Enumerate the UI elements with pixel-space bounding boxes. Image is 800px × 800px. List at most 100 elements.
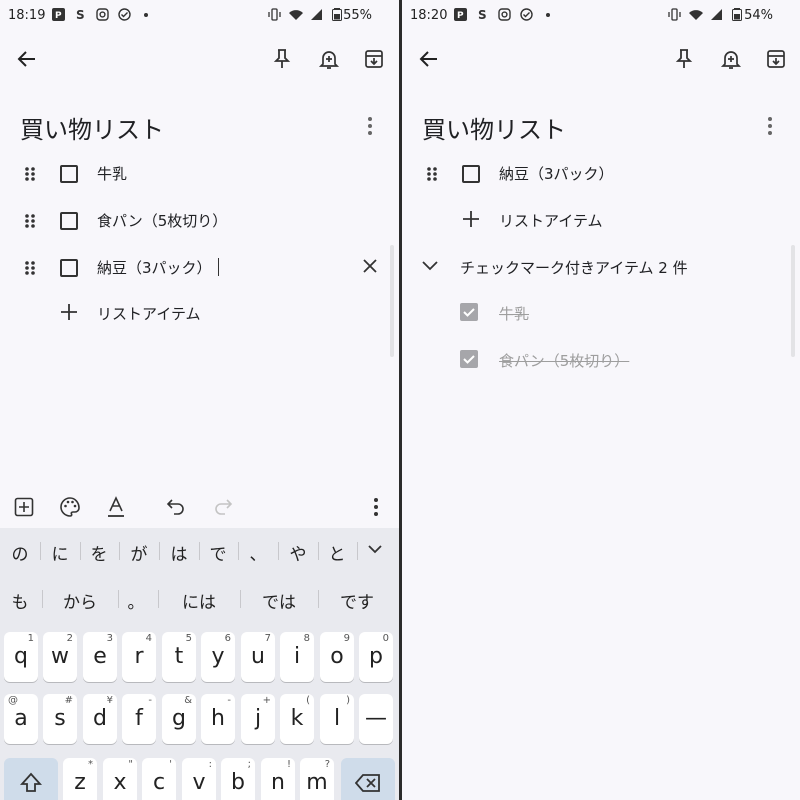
key-c[interactable]: ' c xyxy=(142,758,176,800)
key-o[interactable]: 9o xyxy=(320,632,354,682)
key-m[interactable]: ? m xyxy=(300,758,334,800)
suggestion[interactable]: や xyxy=(288,540,308,565)
divider xyxy=(42,590,43,608)
key-u[interactable]: 7u xyxy=(241,632,275,682)
text-format-icon[interactable] xyxy=(106,496,126,518)
key-p[interactable]: 0p xyxy=(359,632,393,682)
key-w[interactable]: 2w xyxy=(43,632,77,682)
suggestion[interactable]: では xyxy=(248,588,310,613)
key-hint: 0 xyxy=(382,633,389,644)
key-label: g xyxy=(172,706,186,731)
suggestion[interactable]: の xyxy=(10,540,30,565)
key-z[interactable]: * z xyxy=(63,758,97,800)
key-a[interactable]: @ a xyxy=(4,694,38,744)
item-text[interactable]: 牛乳 xyxy=(499,303,529,324)
checked-list-item: 牛乳 xyxy=(402,292,800,332)
item-checkbox[interactable] xyxy=(60,259,78,277)
suggestion[interactable]: です xyxy=(326,588,388,613)
drag-handle-icon[interactable] xyxy=(426,166,438,182)
suggestion[interactable]: から xyxy=(52,588,108,613)
item-checkbox[interactable] xyxy=(60,165,78,183)
key-dash[interactable]: — xyxy=(359,694,393,744)
add-list-item[interactable]: リストアイテム xyxy=(402,199,800,239)
key-i[interactable]: 8i xyxy=(280,632,314,682)
key-d[interactable]: ¥ d xyxy=(83,694,117,744)
more-vert-icon[interactable] xyxy=(366,116,374,136)
suggestion[interactable]: で xyxy=(208,540,228,565)
item-checkbox[interactable] xyxy=(60,212,78,230)
key-label: o xyxy=(330,644,344,669)
bell-plus-icon[interactable] xyxy=(720,48,742,70)
key-t[interactable]: 5t xyxy=(162,632,196,682)
key-label: y xyxy=(211,644,225,669)
note-title[interactable]: 買い物リスト xyxy=(422,110,566,145)
checked-list-item: 食パン（5枚切り） xyxy=(402,339,800,379)
key-y[interactable]: 6y xyxy=(201,632,235,682)
item-checkbox[interactable] xyxy=(462,165,480,183)
key-label: — xyxy=(365,706,387,731)
plus-icon xyxy=(463,211,479,227)
key-b[interactable]: ; b xyxy=(221,758,255,800)
redo-icon[interactable] xyxy=(213,498,233,516)
item-text[interactable]: 食パン（5枚切り） xyxy=(499,350,629,371)
more-vert-icon[interactable] xyxy=(766,116,774,136)
drag-handle-icon[interactable] xyxy=(24,260,36,276)
key-k[interactable]: (k xyxy=(280,694,314,744)
key-s[interactable]: # s xyxy=(43,694,77,744)
key-q[interactable]: 1q xyxy=(4,632,38,682)
key-e[interactable]: 3e xyxy=(83,632,117,682)
key-n[interactable]: ! n xyxy=(261,758,295,800)
pin-icon[interactable] xyxy=(674,48,694,70)
add-list-item[interactable]: リストアイテム xyxy=(0,292,399,332)
key-x[interactable]: " x xyxy=(103,758,137,800)
chevron-down-icon[interactable] xyxy=(368,545,382,555)
add-box-icon[interactable] xyxy=(14,497,34,517)
close-icon[interactable] xyxy=(362,258,378,274)
suggestion[interactable]: と xyxy=(327,540,347,565)
palette-icon[interactable] xyxy=(59,496,81,518)
key-hint: 5 xyxy=(185,633,192,644)
key-v[interactable]: :v xyxy=(182,758,216,800)
checked-checkbox-icon[interactable] xyxy=(460,303,478,321)
bell-plus-icon[interactable] xyxy=(318,48,340,70)
drag-handle-icon[interactable] xyxy=(24,166,36,182)
key-r[interactable]: 4r xyxy=(122,632,156,682)
scrollbar[interactable] xyxy=(390,245,394,357)
checked-items-header[interactable]: チェックマーク付きアイテム 2 件 xyxy=(402,246,800,286)
suggestion[interactable]: 。 xyxy=(124,588,148,613)
item-text-input[interactable]: 納豆（3パック） xyxy=(97,257,219,278)
note-title[interactable]: 買い物リスト xyxy=(20,110,164,145)
key-hint: ; xyxy=(247,759,251,770)
backspace-key[interactable] xyxy=(341,758,395,800)
pin-icon[interactable] xyxy=(272,48,292,70)
key-j[interactable]: + j xyxy=(241,694,275,744)
key-hint: 9 xyxy=(343,633,350,644)
suggestion[interactable]: は xyxy=(169,540,189,565)
suggestion[interactable]: が xyxy=(129,540,149,565)
suggestion[interactable]: には xyxy=(168,588,230,613)
suggestion[interactable]: を xyxy=(89,540,109,565)
archive-icon[interactable] xyxy=(766,49,786,69)
key-hint: ' xyxy=(169,759,172,770)
more-vert-icon[interactable] xyxy=(372,497,380,517)
scrollbar[interactable] xyxy=(791,245,795,357)
key-g[interactable]: & g xyxy=(162,694,196,744)
checked-header-label: チェックマーク付きアイテム 2 件 xyxy=(460,259,688,277)
suggestion[interactable]: に xyxy=(50,540,70,565)
arrow-left-icon[interactable] xyxy=(418,48,440,70)
item-text[interactable]: 納豆（3パック） xyxy=(499,163,614,184)
key-hint: 4 xyxy=(145,633,152,644)
suggestion[interactable]: も xyxy=(8,588,32,613)
key-f[interactable]: -f xyxy=(122,694,156,744)
item-text[interactable]: 牛乳 xyxy=(97,163,127,184)
item-text[interactable]: 食パン（5枚切り） xyxy=(97,210,227,231)
key-h[interactable]: -h xyxy=(201,694,235,744)
checked-checkbox-icon[interactable] xyxy=(460,350,478,368)
drag-handle-icon[interactable] xyxy=(24,213,36,229)
suggestion[interactable]: 、 xyxy=(248,540,268,565)
archive-icon[interactable] xyxy=(364,49,384,69)
shift-key[interactable] xyxy=(4,758,58,800)
undo-icon[interactable] xyxy=(166,498,186,516)
arrow-left-icon[interactable] xyxy=(16,48,38,70)
key-l[interactable]: ) l xyxy=(320,694,354,744)
